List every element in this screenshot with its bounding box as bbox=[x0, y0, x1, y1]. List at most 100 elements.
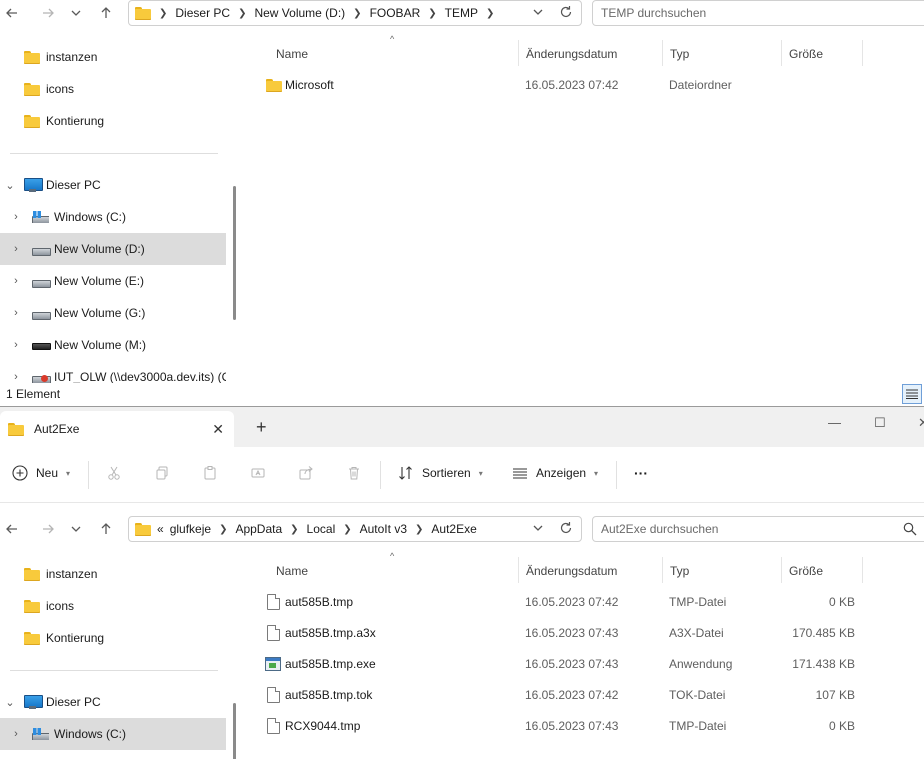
item-date: 16.05.2023 07:42 bbox=[525, 78, 619, 92]
nav-item-kontierung[interactable]: Kontierung bbox=[0, 105, 226, 137]
chevron-down-icon[interactable]: ⌄ bbox=[4, 696, 16, 709]
sort-button[interactable]: Sortieren ▾ bbox=[398, 465, 483, 481]
column-name[interactable]: Name bbox=[268, 557, 308, 585]
chevron-right-icon[interactable]: ❯ bbox=[486, 8, 494, 19]
paste-button[interactable] bbox=[202, 465, 218, 481]
chevron-right-icon[interactable]: › bbox=[10, 243, 22, 255]
breadcrumb-appdata[interactable]: AppData bbox=[235, 522, 282, 536]
breadcrumb-local[interactable]: Local bbox=[307, 522, 336, 536]
up-button[interactable] bbox=[96, 519, 116, 539]
chevron-right-icon[interactable]: ❯ bbox=[343, 524, 351, 535]
rename-button[interactable] bbox=[250, 465, 266, 481]
chevron-right-icon[interactable]: › bbox=[10, 307, 22, 319]
chevron-down-icon[interactable] bbox=[531, 5, 545, 19]
nav-divider bbox=[10, 153, 218, 154]
address-bar[interactable]: ❯ Dieser PC ❯ New Volume (D:) ❯ FOOBAR ❯… bbox=[128, 0, 582, 26]
column-size[interactable]: Größe bbox=[781, 40, 823, 68]
nav-scrollbar[interactable] bbox=[233, 703, 236, 759]
minimize-icon[interactable]: — bbox=[828, 415, 841, 430]
chevron-right-icon[interactable]: › bbox=[10, 339, 22, 351]
nav-item-drive-d[interactable]: › New Volume (D:) bbox=[0, 233, 226, 265]
column-date[interactable]: Änderungsdatum bbox=[518, 557, 617, 585]
nav-item-drive-m[interactable]: › New Volume (M:) bbox=[0, 329, 226, 361]
tab-aut2exe[interactable]: Aut2Exe ✕ bbox=[0, 411, 234, 447]
chevron-right-icon[interactable]: ❯ bbox=[219, 524, 227, 535]
column-separator[interactable] bbox=[862, 557, 863, 583]
breadcrumb-temp[interactable]: TEMP bbox=[445, 6, 478, 20]
column-type[interactable]: Typ bbox=[662, 40, 689, 68]
column-type[interactable]: Typ bbox=[662, 557, 689, 585]
nav-item-network-drive-o[interactable]: › IUT_OLW (\\dev3000a.dev.its) (O: bbox=[0, 361, 226, 383]
chevron-right-icon[interactable]: › bbox=[10, 211, 22, 223]
breadcrumb-foobar[interactable]: FOOBAR bbox=[370, 6, 421, 20]
refresh-icon[interactable] bbox=[559, 5, 573, 19]
column-date[interactable]: Änderungsdatum bbox=[518, 40, 617, 68]
nav-item-label: New Volume (M:) bbox=[54, 338, 147, 352]
close-tab-icon[interactable]: ✕ bbox=[212, 421, 224, 438]
chevron-right-icon[interactable]: ❯ bbox=[353, 8, 361, 19]
nav-item-kontierung[interactable]: Kontierung bbox=[0, 622, 226, 654]
item-date: 16.05.2023 07:42 bbox=[525, 595, 619, 609]
nav-item-icons[interactable]: icons bbox=[0, 73, 226, 105]
breadcrumb-drive-d[interactable]: New Volume (D:) bbox=[254, 6, 345, 20]
list-item[interactable]: aut585B.tmp.exe 16.05.2023 07:43 Anwendu… bbox=[260, 649, 864, 679]
nav-item-this-pc[interactable]: ⌄ Dieser PC bbox=[0, 686, 226, 718]
more-options-button[interactable]: ··· bbox=[634, 465, 648, 481]
forward-button[interactable] bbox=[38, 3, 58, 23]
nav-item-drive-e[interactable]: › New Volume (E:) bbox=[0, 265, 226, 297]
explorer-window-temp: ❯ Dieser PC ❯ New Volume (D:) ❯ FOOBAR ❯… bbox=[0, 0, 924, 406]
chevron-right-icon[interactable]: ❯ bbox=[415, 524, 423, 535]
copy-button[interactable] bbox=[154, 465, 170, 481]
recent-locations-button[interactable] bbox=[66, 519, 86, 539]
details-view-button[interactable] bbox=[902, 384, 922, 404]
chevron-down-icon[interactable] bbox=[531, 521, 545, 535]
chevron-right-icon[interactable]: › bbox=[10, 275, 22, 287]
delete-button[interactable] bbox=[346, 465, 362, 481]
nav-scrollbar[interactable] bbox=[233, 186, 236, 320]
new-tab-icon[interactable]: + bbox=[256, 418, 267, 436]
list-item[interactable]: aut585B.tmp 16.05.2023 07:42 TMP-Datei 0… bbox=[260, 587, 864, 617]
chevron-right-icon[interactable]: ❯ bbox=[290, 524, 298, 535]
column-size[interactable]: Größe bbox=[781, 557, 823, 585]
nav-item-this-pc[interactable]: ⌄ Dieser PC bbox=[0, 169, 226, 201]
list-item[interactable]: RCX9044.tmp 16.05.2023 07:43 TMP-Datei 0… bbox=[260, 711, 864, 741]
column-separator[interactable] bbox=[862, 40, 863, 66]
maximize-icon[interactable]: ☐ bbox=[874, 415, 886, 431]
close-window-icon[interactable]: ✕ bbox=[918, 415, 924, 431]
forward-button[interactable] bbox=[38, 519, 58, 539]
folder-icon bbox=[24, 631, 40, 645]
list-item[interactable]: aut585B.tmp.a3x 16.05.2023 07:43 A3X-Dat… bbox=[260, 618, 864, 648]
view-button[interactable]: Anzeigen ▾ bbox=[512, 465, 598, 481]
list-item[interactable]: aut585B.tmp.tok 16.05.2023 07:42 TOK-Dat… bbox=[260, 680, 864, 710]
breadcrumb-this-pc[interactable]: Dieser PC bbox=[175, 6, 230, 20]
breadcrumb-autoit[interactable]: AutoIt v3 bbox=[360, 522, 407, 536]
chevron-down-icon[interactable]: ⌄ bbox=[4, 179, 16, 192]
nav-item-instanzen[interactable]: instanzen bbox=[0, 41, 226, 73]
cut-button[interactable] bbox=[106, 465, 122, 481]
nav-item-drive-c[interactable]: › Windows (C:) bbox=[0, 201, 226, 233]
nav-item-drive-c[interactable]: › Windows (C:) bbox=[0, 718, 226, 750]
refresh-icon[interactable] bbox=[559, 521, 573, 535]
chevron-right-icon[interactable]: ❯ bbox=[238, 8, 246, 19]
address-bar[interactable]: « glufkeje ❯ AppData ❯ Local ❯ AutoIt v3… bbox=[128, 516, 582, 542]
list-item[interactable]: Microsoft 16.05.2023 07:42 Dateiordner bbox=[260, 70, 864, 100]
search-input[interactable]: Aut2Exe durchsuchen bbox=[592, 516, 924, 542]
back-button[interactable] bbox=[2, 519, 22, 539]
back-button[interactable] bbox=[2, 3, 22, 23]
nav-item-icons[interactable]: icons bbox=[0, 590, 226, 622]
breadcrumb-overflow[interactable]: « bbox=[157, 522, 164, 536]
chevron-right-icon[interactable]: › bbox=[10, 728, 22, 740]
search-icon[interactable] bbox=[903, 522, 917, 536]
breadcrumb-aut2exe[interactable]: Aut2Exe bbox=[431, 522, 476, 536]
chevron-right-icon[interactable]: ❯ bbox=[428, 8, 436, 19]
chevron-right-icon[interactable]: › bbox=[10, 371, 22, 383]
new-button[interactable]: Neu ▾ bbox=[12, 465, 70, 481]
up-button[interactable] bbox=[96, 3, 116, 23]
nav-item-drive-g[interactable]: › New Volume (G:) bbox=[0, 297, 226, 329]
nav-item-instanzen[interactable]: instanzen bbox=[0, 558, 226, 590]
recent-locations-button[interactable] bbox=[66, 3, 86, 23]
column-name[interactable]: Name bbox=[268, 40, 308, 68]
search-input[interactable]: TEMP durchsuchen bbox=[592, 0, 924, 26]
breadcrumb-user[interactable]: glufkeje bbox=[170, 522, 211, 536]
share-button[interactable] bbox=[298, 465, 314, 481]
